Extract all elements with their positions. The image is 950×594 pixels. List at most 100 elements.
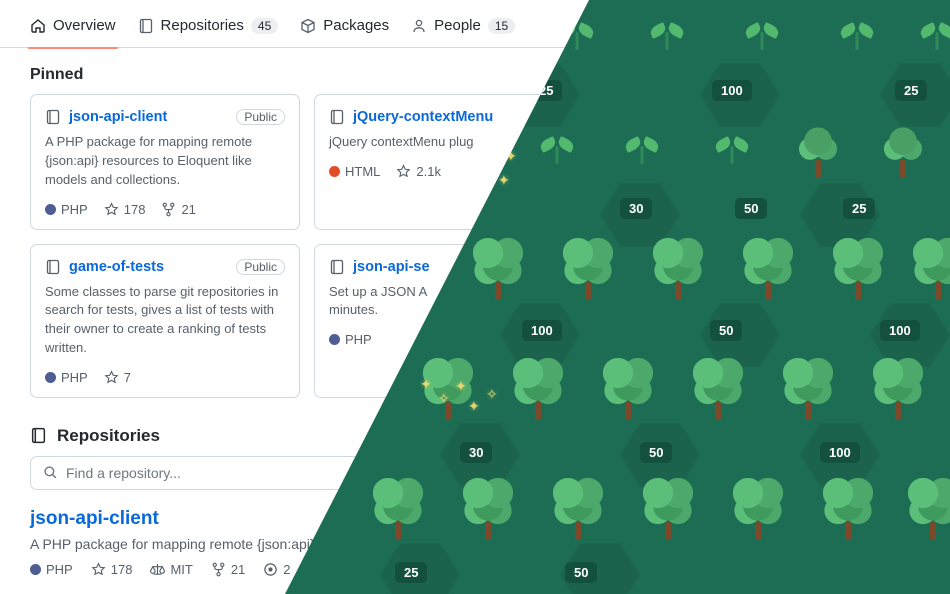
tree-icon [560,230,616,300]
forks[interactable]: 21 [211,562,245,577]
stars-count: 7 [124,370,131,385]
stars[interactable]: 178 [91,562,133,577]
package-icon [300,18,316,34]
tree-icon [510,350,566,420]
tree-icon [780,350,836,420]
sprout-icon [715,124,749,164]
tab-packages-label: Packages [323,17,389,34]
star-icon [396,164,411,179]
tree-icon [460,470,516,540]
language: PHP [30,562,73,577]
sprout-icon [625,124,659,164]
lang-dot-icon [45,204,56,215]
repo-link[interactable]: jQuery-contextMenu [353,109,493,125]
lang-dot-icon [329,166,340,177]
repositories-count: 45 [251,18,278,34]
tab-people-label: People [434,17,481,34]
repo-icon [138,18,154,34]
sparkle-icon: ✦ [468,398,480,415]
issues[interactable]: 2 [263,562,290,577]
repo-icon [329,259,345,275]
tree-icon [740,230,796,300]
tree-icon [790,108,846,178]
forest-label: 50 [710,320,742,341]
stars-count: 178 [124,202,146,217]
fork-icon [161,202,176,217]
tree-icon [910,230,950,300]
repo-description: Some classes to parse git repositories i… [45,283,285,358]
forest-label: 50 [565,562,597,583]
search-icon [43,465,58,480]
forest-label: 25 [895,80,927,101]
repo-link[interactable]: json-api-client [69,109,167,125]
people-count: 15 [488,18,515,34]
sparkle-icon: ✧ [438,390,450,407]
language: PHP [45,202,88,217]
forest-label: 100 [820,442,860,463]
issues-count: 2 [283,562,290,577]
tab-overview[interactable]: Overview [30,9,116,48]
forest-label: 25 [843,198,875,219]
visibility-badge: Public [236,109,285,125]
license: MIT [150,562,192,577]
repo-link[interactable]: json-api-se [353,259,430,275]
repo-description: A PHP package for mapping remote {json:a… [45,133,285,190]
repositories-heading: Repositories [57,426,160,446]
repo-link[interactable]: json-api-client [30,508,159,530]
tab-repositories[interactable]: Repositories 45 [138,9,279,48]
tree-icon [905,470,950,540]
tree-icon [870,350,926,420]
lang-dot-icon [329,334,340,345]
lang-dot-icon [45,372,56,383]
issue-icon [263,562,278,577]
tree-icon [600,350,656,420]
forks[interactable]: 21 [161,202,195,217]
tab-packages[interactable]: Packages [300,9,389,48]
language-label: PHP [46,562,73,577]
pinned-card: json-api-client Public A PHP package for… [30,94,300,230]
stars[interactable]: 178 [104,202,146,217]
tree-icon [730,470,786,540]
forks-count: 21 [231,562,245,577]
visibility-badge: Public [236,259,285,275]
stars-count: 178 [111,562,133,577]
language: PHP [329,332,372,347]
star-icon [104,370,119,385]
forest-label: 100 [880,320,920,341]
tab-people[interactable]: People 15 [411,9,515,48]
stars[interactable]: 2.1k [396,164,441,179]
search-placeholder: Find a repository... [66,465,181,481]
repo-icon [45,259,61,275]
sprout-icon [540,124,574,164]
home-icon [30,18,46,34]
forest-label: 25 [395,562,427,583]
sprout-icon [745,10,779,50]
tree-icon [875,108,931,178]
language-label: HTML [345,164,380,179]
sprout-icon [650,10,684,50]
tree-icon [640,470,696,540]
sprout-icon [840,10,874,50]
tree-icon [470,230,526,300]
forks-count: 21 [181,202,195,217]
lang-dot-icon [30,564,41,575]
forest-label: 100 [712,80,752,101]
license-label: MIT [170,562,192,577]
repo-link[interactable]: game-of-tests [69,259,164,275]
repo-icon [30,427,47,444]
law-icon [150,562,165,577]
forest-label: 30 [460,442,492,463]
forest-label: 50 [735,198,767,219]
repo-icon [329,109,345,125]
forest-label: 50 [640,442,672,463]
tree-icon [370,470,426,540]
sparkle-icon: ✦ [498,172,510,189]
language: HTML [329,164,380,179]
fork-icon [211,562,226,577]
stars-count: 2.1k [416,164,441,179]
language: PHP [45,370,88,385]
tab-repositories-label: Repositories [161,17,244,34]
stars[interactable]: 7 [104,370,131,385]
star-icon [91,562,106,577]
sparkle-icon: ✦ [455,378,467,395]
